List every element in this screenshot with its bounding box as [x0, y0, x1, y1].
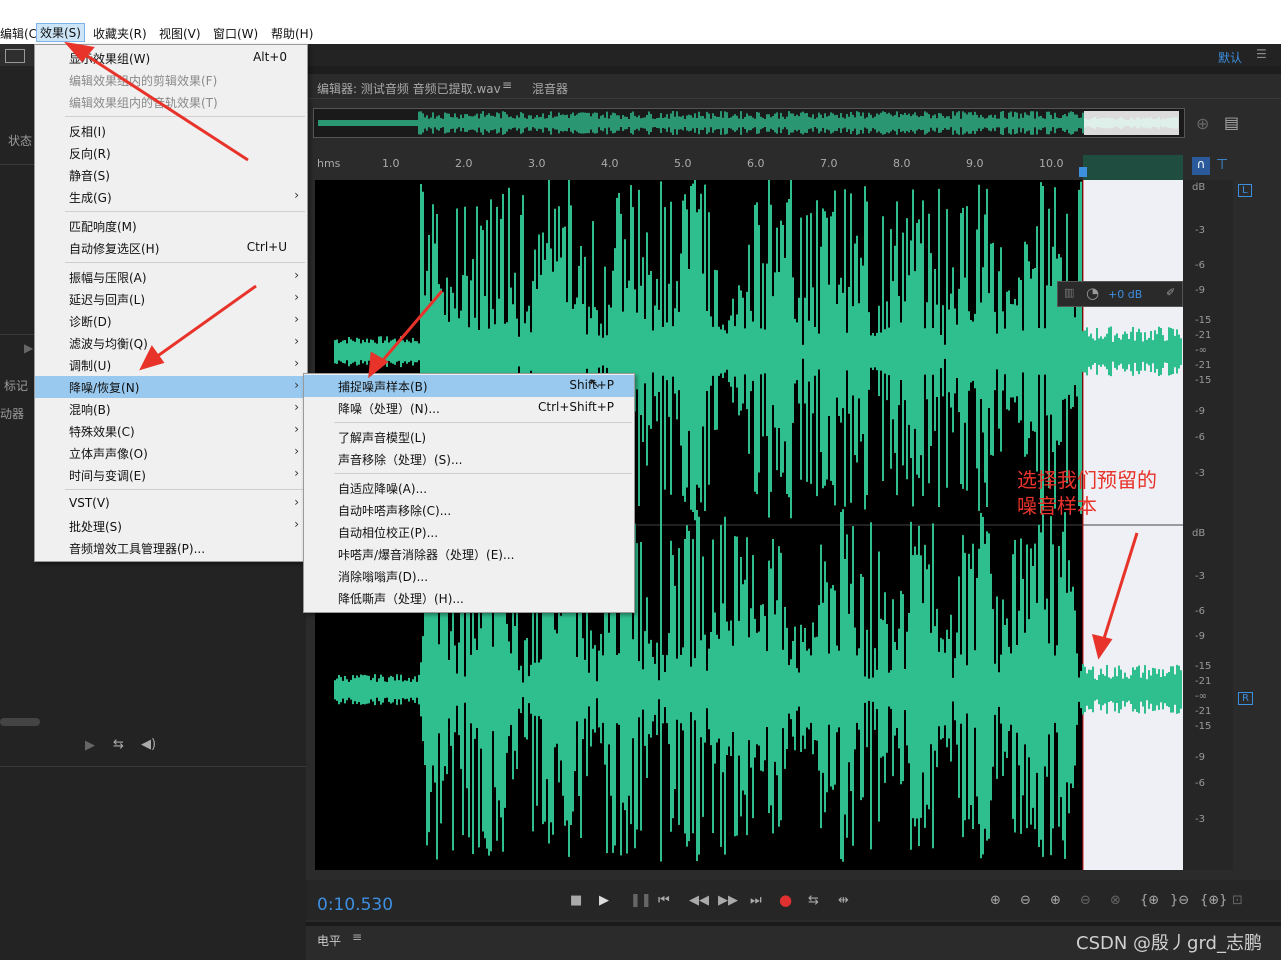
- arrow-capture-item: [376, 290, 444, 367]
- arrow-overlay: [64, 41, 1139, 660]
- arrow-head-noise-sample: [1091, 633, 1113, 660]
- arrow-head-noise-item: [139, 345, 165, 371]
- arrow-noise-item: [151, 284, 257, 362]
- watermark: CSDN @殷丿grd_志鹏: [1076, 933, 1262, 954]
- arrow-noise-sample: [1100, 532, 1139, 646]
- arrow-effects-menu: [77, 48, 249, 162]
